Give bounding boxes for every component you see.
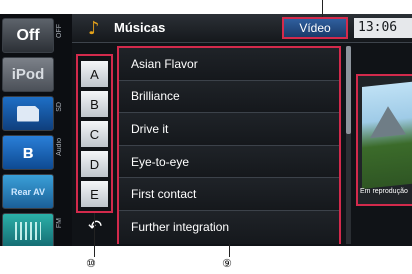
tag-sd: SD (56, 102, 63, 112)
music-note-icon: ♪ (88, 18, 100, 39)
sd-card-icon (17, 105, 39, 122)
source-bluetooth-button[interactable]: ʙ (2, 135, 54, 170)
radio-icon (15, 221, 41, 240)
tag-audio: Audio (56, 138, 63, 156)
callout-left-number: ⑩ (86, 257, 96, 270)
source-off-button[interactable]: Off (2, 18, 54, 53)
song-item[interactable]: First contact (119, 178, 339, 211)
song-item[interactable]: Brilliance (119, 80, 339, 114)
alphabet-index: A B C D E (76, 54, 113, 213)
alpha-button-d[interactable]: D (81, 151, 108, 177)
back-arrow-icon[interactable]: ↶ (88, 217, 102, 237)
source-ipod-label: iPod (11, 66, 45, 83)
scroll-thumb[interactable] (346, 46, 351, 134)
video-tab-label: Vídeo (299, 21, 331, 35)
song-item[interactable]: Asian Flavor (119, 48, 339, 81)
alpha-button-b[interactable]: B (81, 91, 108, 117)
clock: 13:06 (354, 18, 412, 38)
source-column: Off iPod ʙ Rear AV OFF SD Audio FM (0, 14, 72, 246)
song-item[interactable]: Eye-to-eye (119, 145, 339, 179)
callout-line-video (322, 0, 323, 17)
tag-fm: FM (56, 218, 63, 229)
source-sd-button[interactable] (2, 96, 54, 131)
source-ipod-button[interactable]: iPod (2, 57, 54, 92)
callout-right-number: ⑨ (222, 257, 232, 270)
list-scrollbar[interactable] (346, 46, 351, 244)
source-fm-button[interactable] (2, 213, 54, 246)
video-thumbnail (362, 81, 412, 189)
source-rear-av-button[interactable]: Rear AV (2, 174, 54, 209)
bluetooth-icon: ʙ (22, 142, 34, 162)
source-rear-av-label: Rear AV (10, 186, 45, 197)
mountain-shape (370, 104, 406, 139)
song-item[interactable]: Drive it (119, 113, 339, 146)
song-list: Asian Flavor Brilliance Drive it Eye-to-… (117, 46, 341, 244)
header-bar: ♪ Músicas Vídeo 13:06 (72, 14, 412, 43)
page-title: Músicas (114, 20, 166, 35)
alpha-button-c[interactable]: C (81, 121, 108, 147)
callout-line-right (229, 244, 230, 257)
video-preview[interactable]: Em reprodução (356, 74, 412, 206)
playback-caption: Em reprodução (360, 188, 408, 195)
song-item[interactable]: Further integration (119, 210, 339, 244)
head-unit-screen: Off iPod ʙ Rear AV OFF SD Audio FM ♪ Mús… (0, 14, 412, 246)
alpha-button-e[interactable]: E (81, 181, 108, 207)
tag-off: OFF (56, 24, 63, 38)
alpha-button-a[interactable]: A (81, 61, 108, 87)
video-tab-button[interactable]: Vídeo (282, 17, 348, 39)
source-off-label: Off (16, 26, 40, 44)
callout-line-left (94, 213, 95, 257)
